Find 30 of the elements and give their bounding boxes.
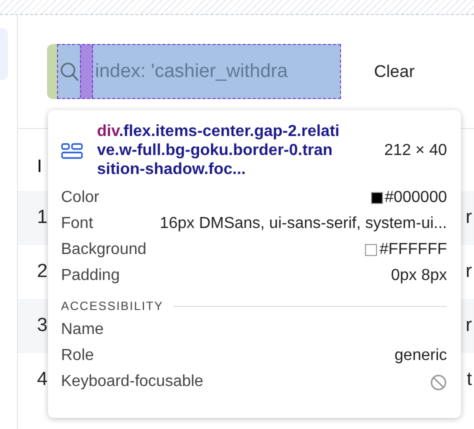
layout-icon [61, 142, 83, 158]
search-field[interactable]: index: 'cashier_withdra [57, 44, 341, 99]
property-label: Name [61, 321, 104, 339]
table-cell: r [466, 261, 472, 283]
column-header: I [37, 156, 42, 176]
table-cell: 2 [37, 261, 48, 283]
property-value: generic [394, 347, 447, 365]
property-label: Keyboard-focusable [61, 373, 204, 391]
search-icon [60, 60, 80, 82]
table-cell: 4 [37, 369, 48, 391]
table-cell: 1 [37, 207, 48, 229]
property-value: 0px 8px [390, 267, 447, 285]
property-label: Role [61, 347, 94, 365]
search-input[interactable]: index: 'cashier_withdra [95, 60, 340, 82]
property-label: Font [61, 215, 94, 233]
property-label: Background [61, 241, 146, 259]
section-heading: ACCESSIBILITY [61, 299, 164, 313]
table-cell: t [466, 369, 472, 391]
property-value: #000000 [384, 189, 447, 207]
table-cell: r [466, 315, 472, 337]
not-allowed-icon [430, 374, 447, 390]
property-label: Color [61, 189, 100, 207]
element-selector: div.flex.items-center.gap-2.relative.w-full.bg-goku.border-0.transition-shadow.foc... [97, 122, 340, 179]
element-size: 212 × 40 [384, 142, 447, 160]
property-value: #FFFFFF [379, 241, 447, 259]
property-value: 16px DMSans, ui-sans-serif, system-ui... [160, 215, 447, 233]
property-label: Padding [61, 267, 120, 285]
clear-button[interactable]: Clear [368, 58, 421, 86]
table-cell: 3 [37, 315, 48, 337]
table-cell: r [466, 207, 472, 229]
